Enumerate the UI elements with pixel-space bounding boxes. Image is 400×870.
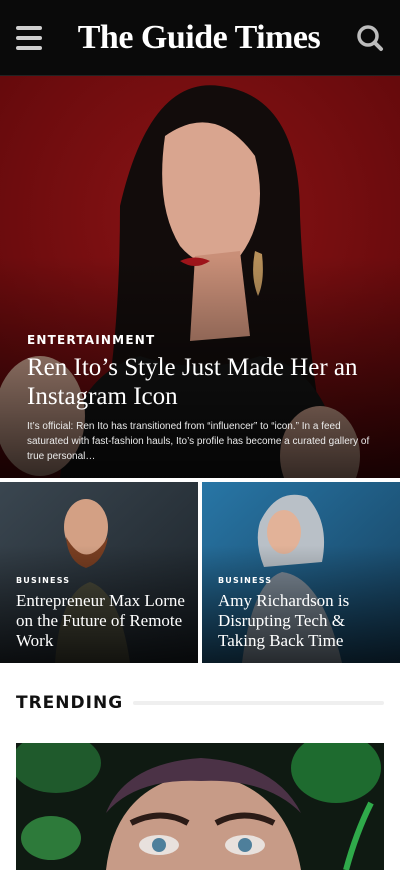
hero-headline[interactable]: Ren Ito’s Style Just Made Her an Instagr… (27, 353, 384, 411)
article-category[interactable]: BUSINESS (218, 576, 390, 585)
site-brand[interactable]: The Guide Times (78, 19, 321, 57)
article-category[interactable]: BUSINESS (16, 576, 188, 585)
search-icon[interactable] (356, 24, 384, 52)
article-card[interactable]: BUSINESS Amy Richardson is Disrupting Te… (202, 482, 400, 663)
article-text: BUSINESS Entrepreneur Max Lorne on the F… (16, 576, 188, 651)
article-text: BUSINESS Amy Richardson is Disrupting Te… (218, 576, 390, 651)
hamburger-menu-icon[interactable] (16, 25, 42, 50)
hero-category[interactable]: ENTERTAINMENT (27, 333, 384, 347)
trending-section-header: TRENDING (0, 663, 400, 743)
trending-heading: TRENDING (16, 693, 124, 713)
section-divider (133, 701, 384, 705)
article-grid: BUSINESS Entrepreneur Max Lorne on the F… (0, 482, 400, 663)
hero-excerpt: It’s official: Ren Ito has transitioned … (27, 421, 370, 462)
trending-article-image[interactable] (16, 743, 384, 870)
hero-text: ENTERTAINMENT Ren Ito’s Style Just Made … (27, 333, 384, 464)
trending-image (16, 743, 384, 870)
article-headline[interactable]: Entrepreneur Max Lorne on the Future of … (16, 591, 188, 651)
top-header: The Guide Times (0, 0, 400, 76)
article-card[interactable]: BUSINESS Entrepreneur Max Lorne on the F… (0, 482, 198, 663)
hero-article[interactable]: ENTERTAINMENT Ren Ito’s Style Just Made … (0, 76, 400, 478)
article-headline[interactable]: Amy Richardson is Disrupting Tech & Taki… (218, 591, 390, 651)
